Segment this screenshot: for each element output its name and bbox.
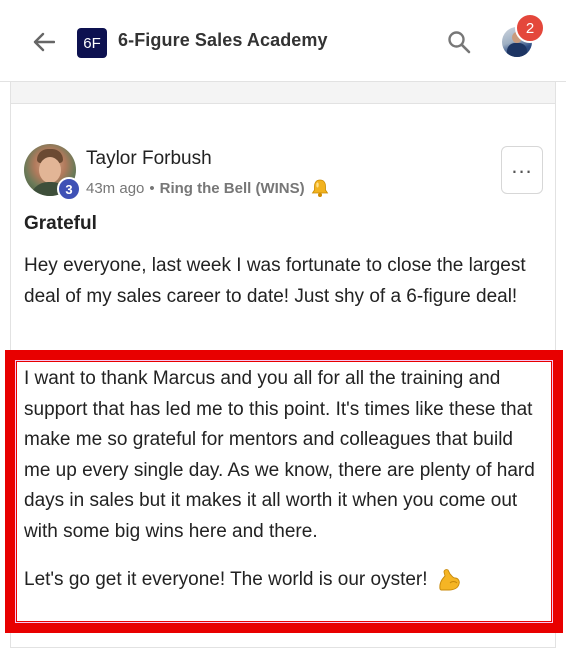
group-title[interactable]: 6-Figure Sales Academy xyxy=(118,30,328,51)
highlight-inner-border xyxy=(15,360,553,623)
more-options-button[interactable]: ... xyxy=(501,146,543,194)
feed-gap xyxy=(10,82,556,104)
meta-separator: • xyxy=(149,179,155,197)
post-paragraph: Hey everyone, last week I was fortunate … xyxy=(24,255,526,307)
post-category[interactable]: Ring the Bell (WINS) xyxy=(160,180,305,197)
author-name[interactable]: Taylor Forbush xyxy=(86,148,212,170)
post-title: Grateful xyxy=(24,213,97,234)
arrow-left-icon xyxy=(33,32,55,52)
post-meta: 43m ago • Ring the Bell (WINS) xyxy=(86,178,330,198)
group-logo[interactable]: 6F xyxy=(77,28,107,58)
avatar-body xyxy=(507,43,527,57)
avatar-face xyxy=(39,157,61,183)
search-icon xyxy=(448,31,471,54)
search-button[interactable] xyxy=(444,27,474,57)
notification-badge[interactable]: 2 xyxy=(515,13,545,43)
more-options-icon: ... xyxy=(511,153,533,178)
back-button[interactable] xyxy=(30,28,58,56)
post-time[interactable]: 43m ago xyxy=(86,180,144,197)
bell-emoji-icon xyxy=(310,178,330,198)
level-badge: 3 xyxy=(57,177,81,201)
